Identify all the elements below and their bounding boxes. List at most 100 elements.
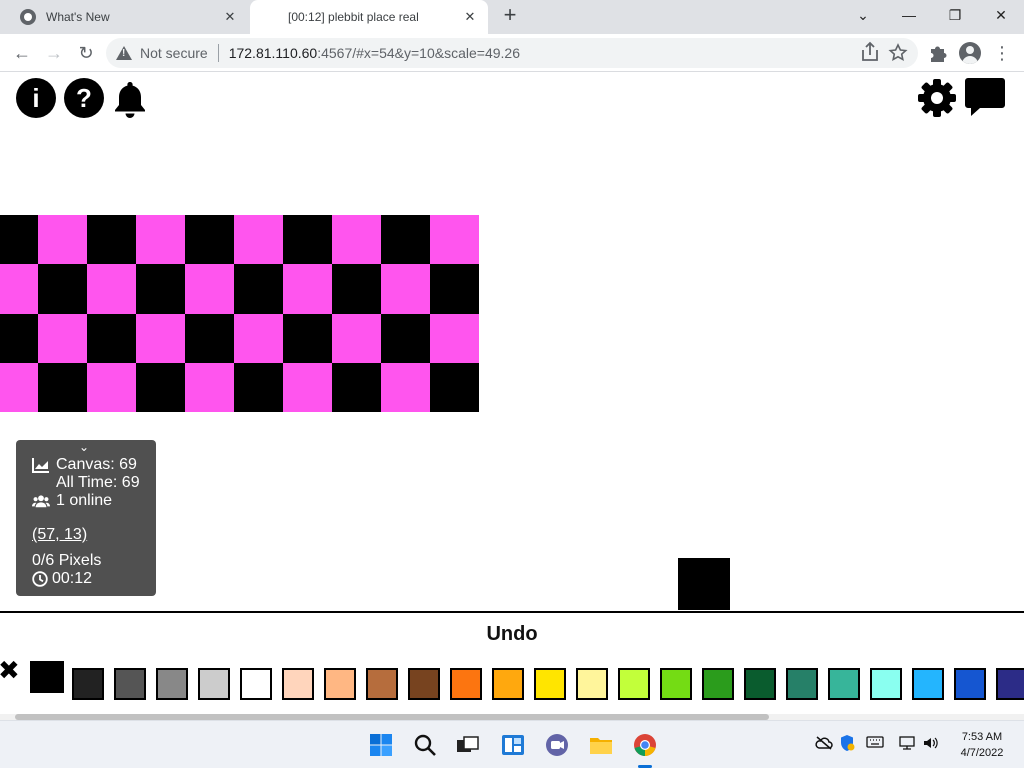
chrome-icon[interactable] — [631, 731, 659, 759]
color-swatch[interactable] — [870, 668, 902, 700]
profile-button[interactable] — [956, 39, 984, 67]
color-swatch[interactable] — [282, 668, 314, 700]
search-icon[interactable] — [411, 731, 439, 759]
canvas-pixel[interactable] — [234, 313, 283, 363]
canvas-pixel[interactable] — [38, 313, 87, 363]
tab-close-icon[interactable]: ✕ — [220, 9, 240, 25]
bookmark-star-icon[interactable] — [886, 38, 910, 68]
file-explorer-icon[interactable] — [587, 731, 615, 759]
canvas-pixel[interactable] — [430, 264, 479, 314]
canvas-pixel[interactable] — [136, 215, 185, 265]
tab-whats-new[interactable]: What's New ✕ — [8, 0, 248, 34]
color-swatch[interactable] — [72, 668, 104, 700]
collapse-chevron-icon[interactable]: ⌄ — [79, 440, 89, 454]
canvas-pixel[interactable] — [0, 264, 38, 314]
canvas-pixel[interactable] — [430, 362, 479, 412]
canvas-pixel[interactable] — [87, 264, 136, 314]
minimize-button[interactable]: — — [886, 0, 932, 30]
canvas-pixel[interactable] — [332, 313, 381, 363]
color-swatch[interactable] — [996, 668, 1024, 700]
canvas-pixel[interactable] — [283, 264, 332, 314]
pixel-cursor[interactable] — [678, 558, 730, 610]
color-swatch[interactable] — [492, 668, 524, 700]
canvas-pixel[interactable] — [136, 313, 185, 363]
canvas-pixel[interactable] — [136, 362, 185, 412]
canvas-pixel[interactable] — [381, 313, 430, 363]
keyboard-icon[interactable] — [866, 735, 884, 749]
color-swatch[interactable] — [786, 668, 818, 700]
color-swatch[interactable] — [912, 668, 944, 700]
color-swatch[interactable] — [828, 668, 860, 700]
canvas-pixel[interactable] — [283, 215, 332, 265]
menu-icon[interactable]: ⋮ — [988, 39, 1016, 67]
color-swatch[interactable] — [408, 668, 440, 700]
canvas-pixel[interactable] — [332, 362, 381, 412]
canvas-pixel[interactable] — [283, 362, 332, 412]
canvas-pixel[interactable] — [87, 362, 136, 412]
selected-color-swatch[interactable] — [30, 661, 64, 693]
canvas-pixel[interactable] — [430, 313, 479, 363]
extensions-icon[interactable] — [924, 39, 952, 67]
bell-icon[interactable] — [112, 78, 148, 118]
color-swatch[interactable] — [156, 668, 188, 700]
canvas-pixel[interactable] — [38, 215, 87, 265]
new-tab-button[interactable]: + — [498, 4, 522, 28]
canvas-pixel[interactable] — [430, 215, 479, 265]
color-swatch[interactable] — [576, 668, 608, 700]
canvas-pixel[interactable] — [38, 264, 87, 314]
canvas-pixel[interactable] — [38, 362, 87, 412]
color-swatch[interactable] — [660, 668, 692, 700]
system-clock[interactable]: 7:53 AM 4/7/2022 — [950, 729, 1014, 761]
close-palette-icon[interactable]: ✖ — [0, 657, 20, 683]
share-icon[interactable] — [858, 38, 882, 68]
window-close-button[interactable]: ✕ — [978, 0, 1024, 30]
task-view-icon[interactable] — [453, 731, 481, 759]
color-swatch[interactable] — [744, 668, 776, 700]
color-swatch[interactable] — [618, 668, 650, 700]
teams-chat-icon[interactable] — [543, 731, 571, 759]
security-shield-icon[interactable] — [839, 734, 855, 752]
tab-search-button[interactable]: ⌄ — [840, 0, 886, 30]
canvas-pixel[interactable] — [0, 215, 38, 265]
canvas-pixel[interactable] — [185, 362, 234, 412]
canvas-pixel[interactable] — [185, 264, 234, 314]
canvas-pixel[interactable] — [381, 362, 430, 412]
canvas-pixel[interactable] — [0, 362, 38, 412]
canvas-pixel[interactable] — [87, 215, 136, 265]
canvas-pixel[interactable] — [332, 215, 381, 265]
color-swatch[interactable] — [198, 668, 230, 700]
canvas-pixel[interactable] — [185, 215, 234, 265]
windows-start-icon[interactable] — [367, 731, 395, 759]
canvas-pixel[interactable] — [234, 215, 283, 265]
canvas-pixel[interactable] — [381, 215, 430, 265]
coordinates-link[interactable]: (57, 13) — [32, 526, 87, 544]
canvas-pixel[interactable] — [185, 313, 234, 363]
url-path[interactable]: :4567/#x=54&y=10&scale=49.26 — [317, 45, 520, 61]
color-swatch[interactable] — [324, 668, 356, 700]
chat-icon[interactable] — [964, 76, 1006, 118]
canvas-pixel[interactable] — [136, 264, 185, 314]
info-button[interactable]: i — [16, 78, 56, 118]
pixel-canvas[interactable] — [0, 215, 482, 412]
color-swatch[interactable] — [240, 668, 272, 700]
color-swatch[interactable] — [114, 668, 146, 700]
help-button[interactable]: ? — [64, 78, 104, 118]
color-swatch[interactable] — [534, 668, 566, 700]
canvas-pixel[interactable] — [0, 313, 38, 363]
back-button[interactable]: ← — [8, 39, 36, 67]
canvas-pixel[interactable] — [381, 264, 430, 314]
tab-plebbit-place[interactable]: [00:12] plebbit place real ✕ — [250, 0, 488, 34]
onedrive-offline-icon[interactable] — [815, 735, 833, 751]
url-host[interactable]: 172.81.110.60 — [229, 45, 318, 61]
forward-button[interactable]: → — [40, 39, 68, 67]
color-swatch[interactable] — [702, 668, 734, 700]
undo-button[interactable]: Undo — [0, 623, 1024, 646]
tab-close-icon[interactable]: ✕ — [460, 9, 480, 25]
volume-icon[interactable] — [922, 735, 940, 751]
network-icon[interactable] — [898, 735, 916, 751]
color-swatch[interactable] — [450, 668, 482, 700]
security-label[interactable]: Not secure — [140, 45, 208, 61]
color-swatch[interactable] — [366, 668, 398, 700]
canvas-pixel[interactable] — [283, 313, 332, 363]
canvas-pixel[interactable] — [87, 313, 136, 363]
